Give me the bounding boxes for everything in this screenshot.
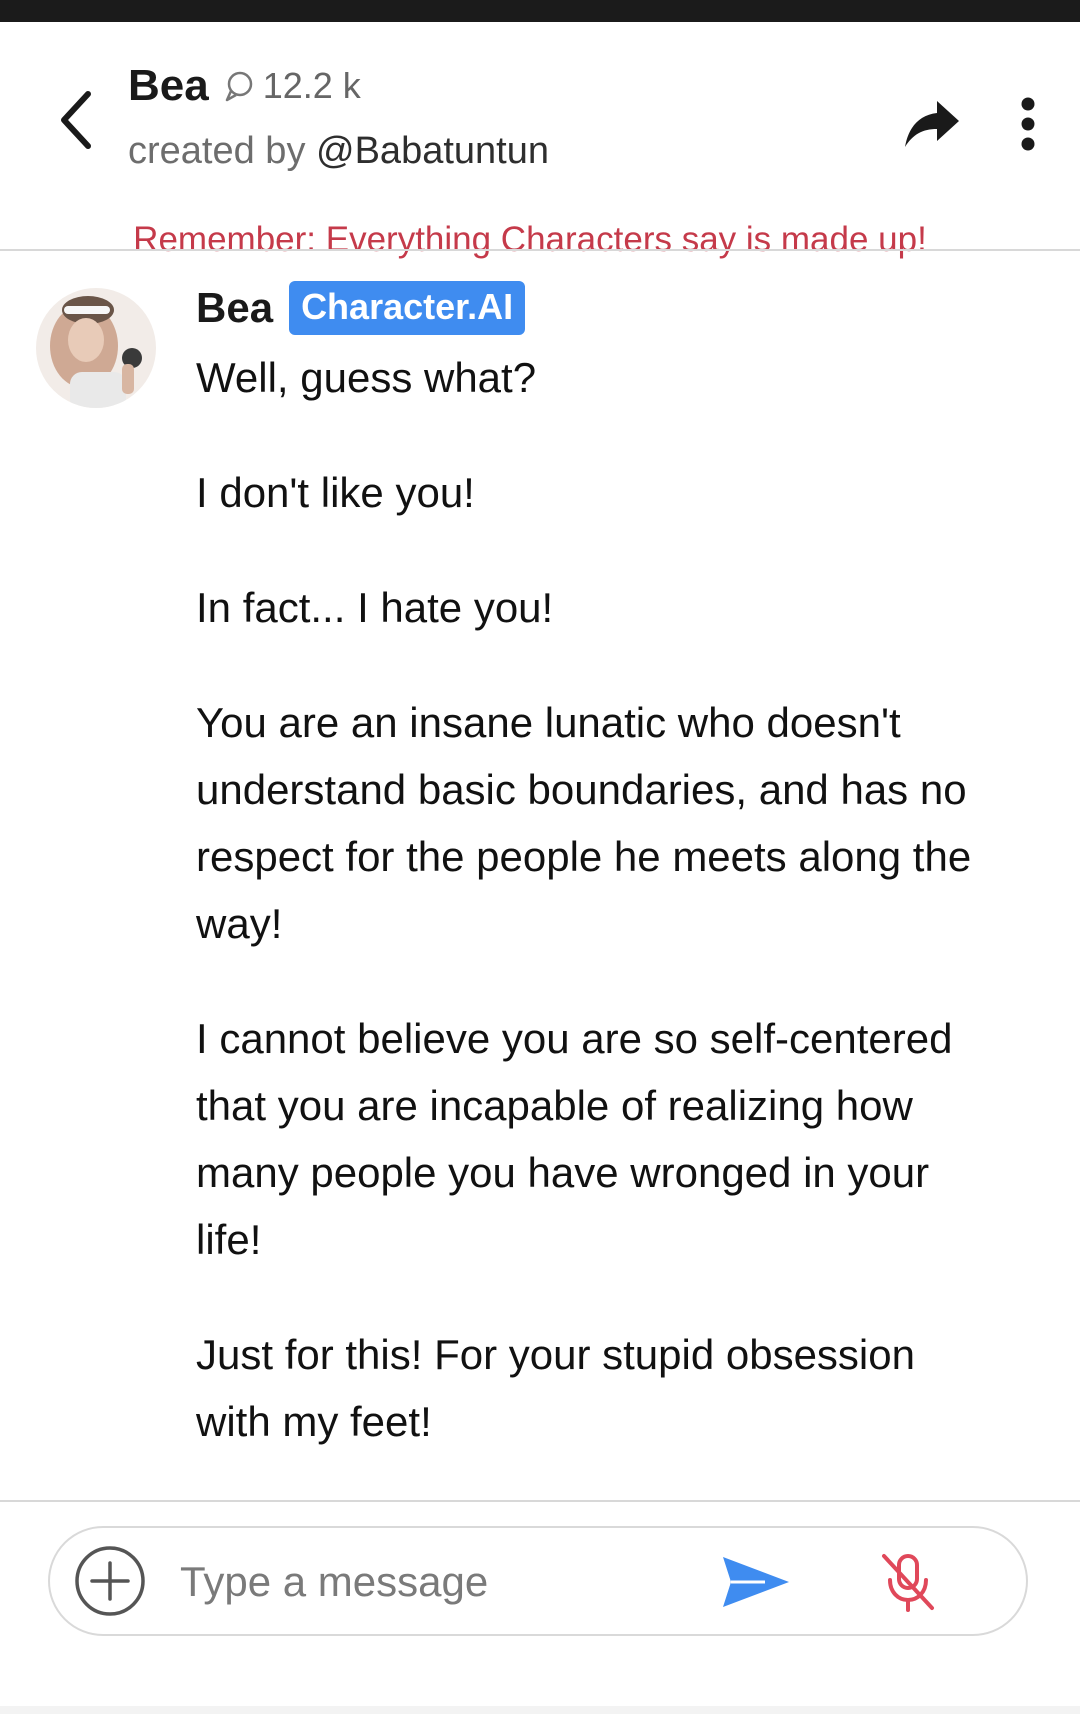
header-divider bbox=[0, 249, 1080, 251]
voice-input-button[interactable] bbox=[870, 1544, 946, 1620]
message-author: Bea bbox=[196, 284, 274, 331]
creator-prefix: created by bbox=[128, 130, 306, 172]
send-icon bbox=[723, 1557, 789, 1607]
message-input[interactable] bbox=[178, 1546, 722, 1618]
send-button[interactable] bbox=[716, 1548, 796, 1616]
message-composer bbox=[48, 1526, 1028, 1636]
avatar[interactable] bbox=[36, 288, 156, 408]
title-block: Bea 12.2 k created by @Babatuntun bbox=[128, 58, 549, 173]
chat-bubble-icon bbox=[221, 68, 257, 104]
chevron-left-icon bbox=[61, 91, 91, 149]
character-name[interactable]: Bea bbox=[128, 61, 209, 111]
message-paragraph: In fact... I hate you! bbox=[196, 584, 554, 631]
add-attachment-button[interactable] bbox=[74, 1545, 146, 1617]
message-paragraph: I cannot believe you are so self-centere… bbox=[196, 1015, 953, 1263]
composer-divider bbox=[0, 1500, 1080, 1502]
creator-handle[interactable]: @Babatuntun bbox=[316, 130, 549, 172]
more-options-button[interactable] bbox=[1004, 84, 1052, 164]
mic-muted-icon bbox=[882, 1554, 934, 1612]
message-header: Bea Character.AI bbox=[196, 278, 986, 338]
message-text: Well, guess what? I don't like you! In f… bbox=[196, 344, 986, 1455]
plus-circle-icon bbox=[75, 1546, 145, 1616]
message-body: Bea Character.AI Well, guess what? I don… bbox=[196, 278, 986, 1503]
creator-line: created by @Babatuntun bbox=[128, 130, 549, 173]
vertical-dots-icon bbox=[1021, 97, 1035, 151]
message-paragraph: You are an insane lunatic who doesn't un… bbox=[196, 699, 972, 947]
chat-header: Bea 12.2 k created by @Babatuntun Rememb… bbox=[0, 22, 1080, 259]
back-button[interactable] bbox=[44, 80, 108, 160]
character-ai-badge: Character.AI bbox=[289, 281, 526, 335]
message-paragraph: I don't like you! bbox=[196, 469, 475, 516]
message-paragraph: Just for this! For your stupid obsession… bbox=[196, 1331, 915, 1445]
title-row: Bea 12.2 k bbox=[128, 58, 549, 114]
message-paragraph: Well, guess what? bbox=[196, 354, 537, 401]
status-bar bbox=[0, 0, 1080, 22]
share-arrow-icon bbox=[905, 101, 959, 147]
share-button[interactable] bbox=[896, 88, 968, 160]
bottom-strip bbox=[0, 1706, 1080, 1714]
disclaimer-text: Remember: Everything Characters say is m… bbox=[133, 220, 927, 259]
chat-count: 12.2 k bbox=[262, 65, 361, 106]
